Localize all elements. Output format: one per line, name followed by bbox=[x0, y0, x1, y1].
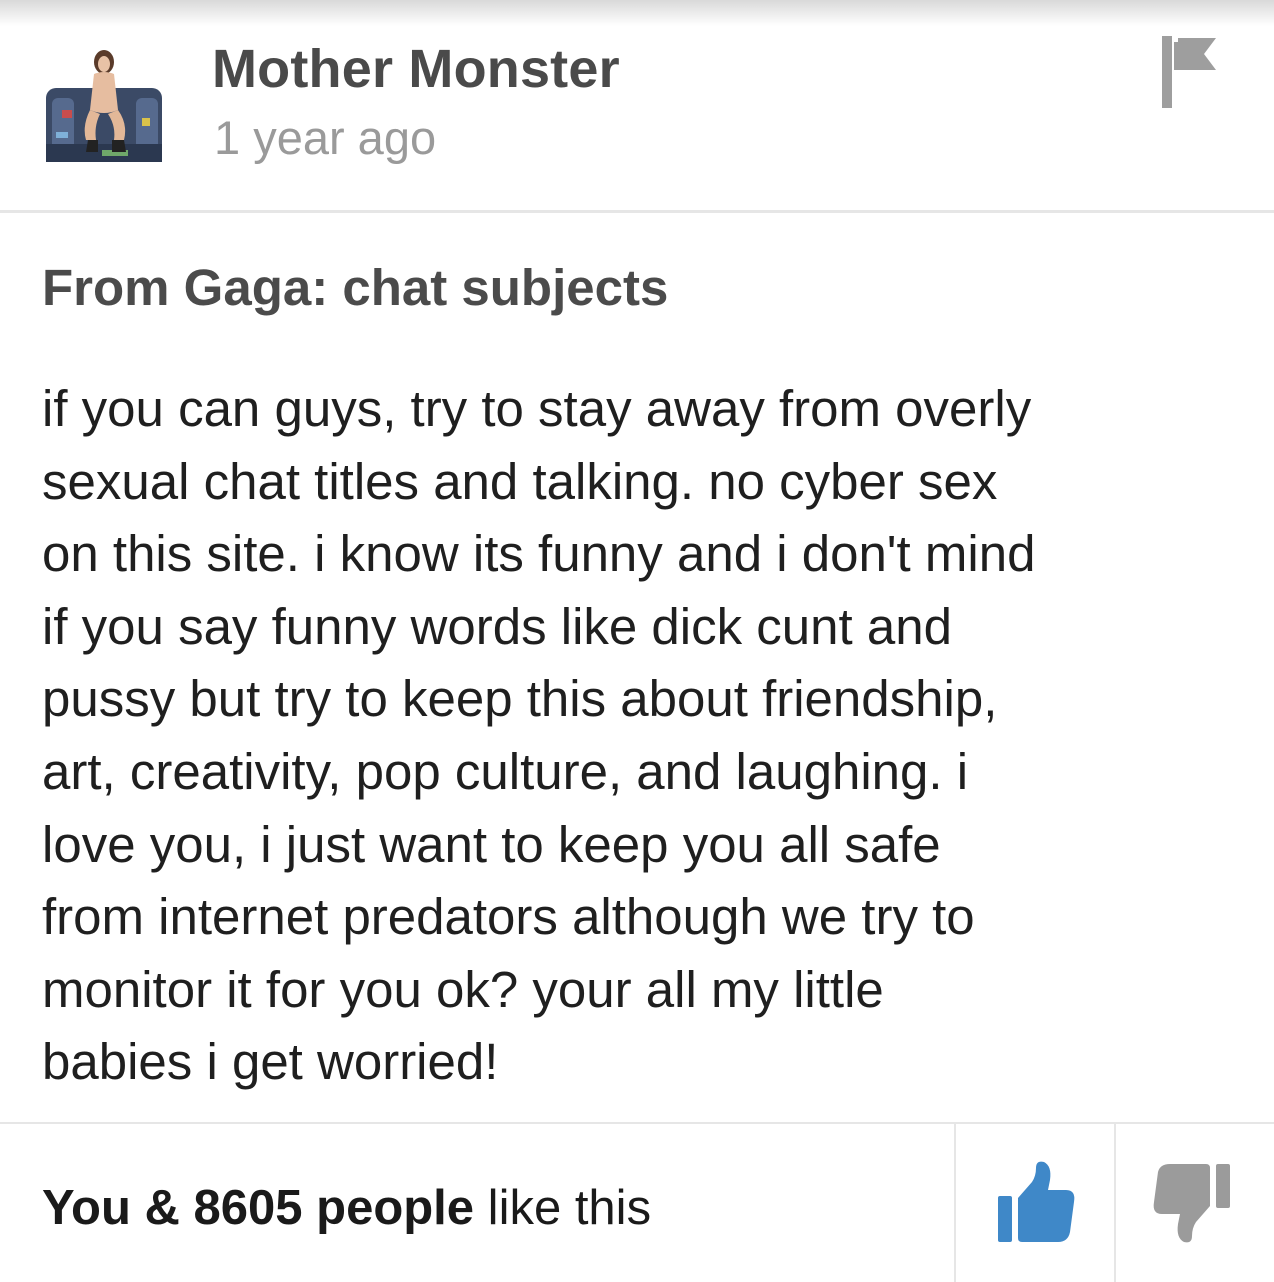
post-header: Mother Monster 1 year ago bbox=[0, 0, 1274, 212]
post-body-line: pussy but try to keep this about friends… bbox=[42, 670, 998, 728]
avatar-image bbox=[42, 40, 168, 168]
likes-count-text: You & 8605 people bbox=[42, 1181, 475, 1235]
thumbs-up-icon bbox=[998, 1161, 1075, 1242]
post-body-line: if you say funny words like dick cunt an… bbox=[42, 597, 952, 655]
post-body-line: babies i get worried! bbox=[42, 1033, 499, 1091]
flag-button[interactable] bbox=[1160, 34, 1220, 110]
post-body-line: love you, i just want to keep you all sa… bbox=[42, 815, 941, 873]
thumbs-down-icon bbox=[1153, 1164, 1230, 1243]
likes-suffix-text: like this bbox=[474, 1181, 652, 1235]
author-name[interactable]: Mother Monster bbox=[212, 38, 620, 100]
post-timestamp: 1 year ago bbox=[214, 111, 437, 164]
like-button[interactable] bbox=[958, 1124, 1114, 1280]
post-body-line: from internet predators although we try … bbox=[42, 888, 975, 946]
post-title: From Gaga: chat subjects bbox=[42, 259, 669, 316]
footer-separator bbox=[954, 1124, 956, 1282]
header-divider bbox=[0, 210, 1274, 213]
post-body-line: sexual chat titles and talking. no cyber… bbox=[42, 452, 998, 510]
post-body-line: if you can guys, try to stay away from o… bbox=[42, 380, 1032, 437]
post-body: if you can guys, try to stay away from o… bbox=[42, 373, 1257, 1099]
dislike-button[interactable] bbox=[1116, 1124, 1274, 1280]
flag-icon bbox=[1162, 36, 1216, 108]
author-avatar[interactable] bbox=[42, 40, 168, 168]
post-body-line: art, creativity, pop culture, and laughi… bbox=[42, 742, 969, 800]
likes-summary: You & 8605 people like this bbox=[42, 1180, 651, 1236]
post-body-line: monitor it for you ok? your all my littl… bbox=[42, 960, 884, 1018]
post-body-line: on this site. i know its funny and i don… bbox=[42, 525, 1036, 583]
post-footer: You & 8605 people like this bbox=[0, 1122, 1274, 1282]
